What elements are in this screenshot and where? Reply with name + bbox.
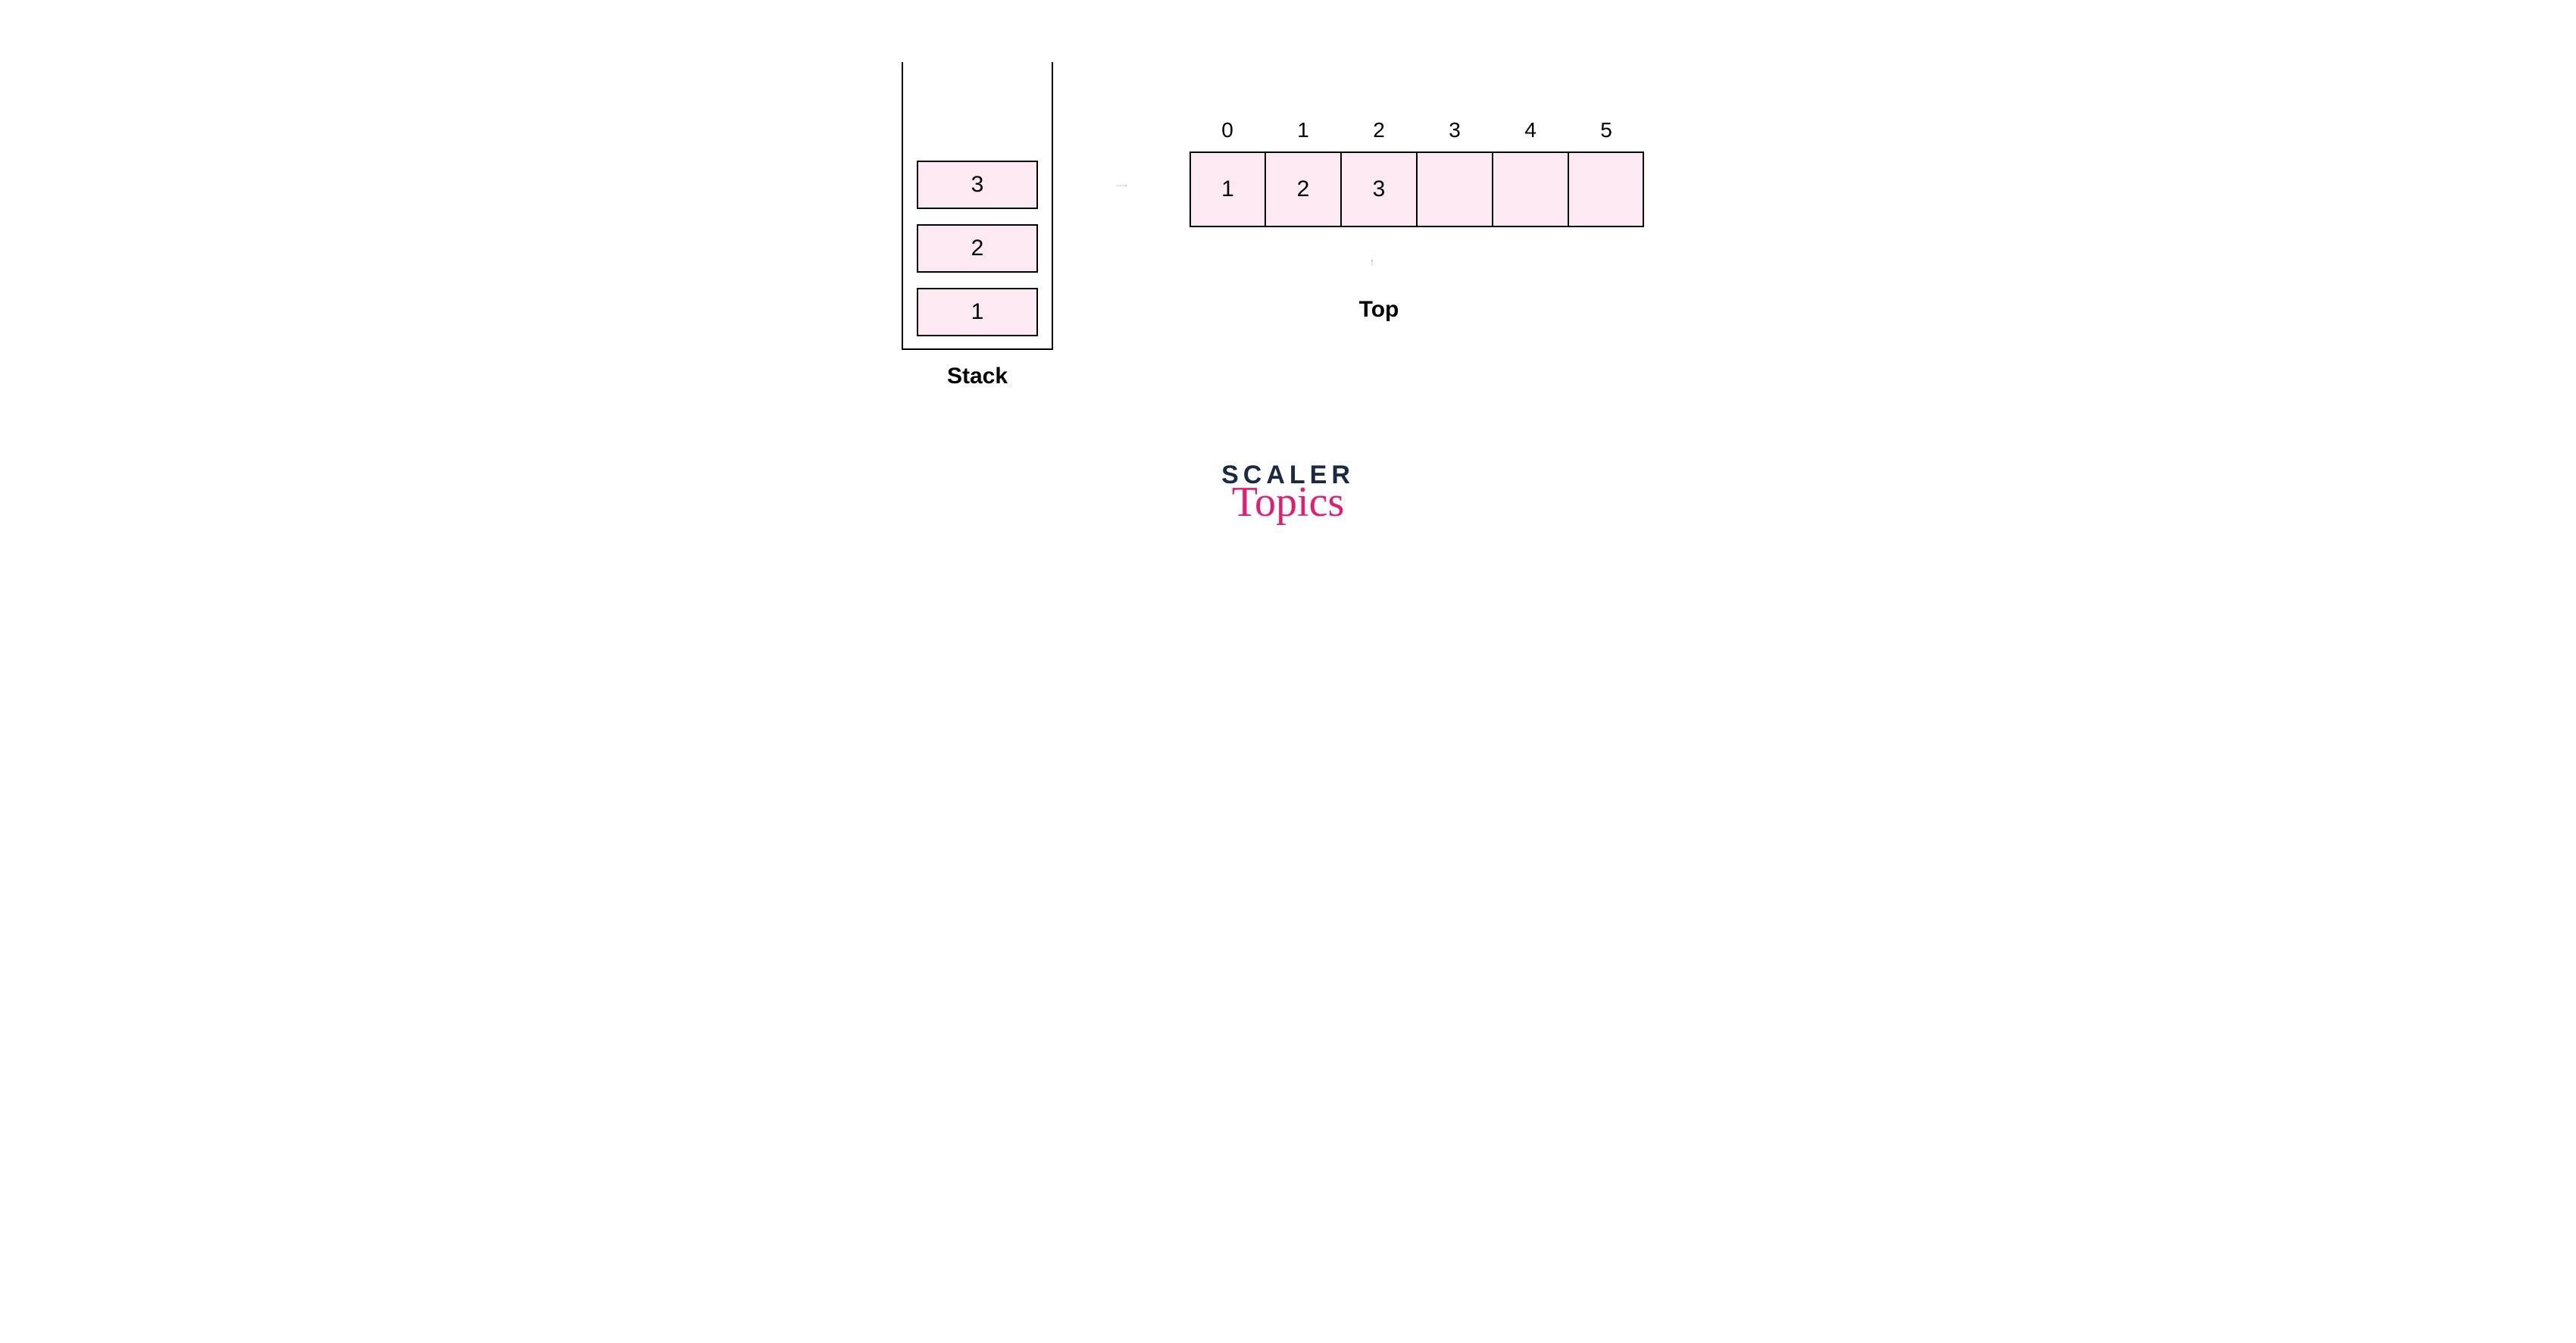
array-index: 1: [1265, 118, 1341, 142]
stack-cell: 1: [917, 288, 1038, 336]
scaler-topics-logo: SCALER Topics: [720, 462, 1856, 521]
stack-cell: 3: [917, 161, 1038, 209]
stack-cell: 2: [917, 224, 1038, 273]
array-cell: [1568, 151, 1644, 227]
array-container: 1 2 3: [1190, 151, 1644, 227]
array-indices: 0 1 2 3 4 5: [1190, 118, 1644, 142]
array-cell: [1493, 151, 1568, 227]
arrow-up-icon: [1371, 236, 1373, 289]
array-index: 3: [1417, 118, 1493, 142]
stack-label: Stack: [902, 364, 1053, 389]
array-cell: 1: [1190, 151, 1265, 227]
array-index: 5: [1568, 118, 1644, 142]
diagram-canvas: 3 2 1 Stack 0 1 2 3 4 5 1 2 3 Top SCALER…: [720, 0, 1856, 592]
array-cell: 3: [1341, 151, 1417, 227]
array-cell: 2: [1265, 151, 1341, 227]
stack-cells: 3 2 1: [917, 161, 1038, 351]
top-pointer-label: Top: [1341, 297, 1417, 323]
logo-text-bottom: Topics: [720, 483, 1856, 521]
array-cell: [1417, 151, 1493, 227]
array-index: 4: [1493, 118, 1568, 142]
array-index: 0: [1190, 118, 1265, 142]
array-index: 2: [1341, 118, 1417, 142]
arrow-right-icon: [1068, 185, 1174, 186]
